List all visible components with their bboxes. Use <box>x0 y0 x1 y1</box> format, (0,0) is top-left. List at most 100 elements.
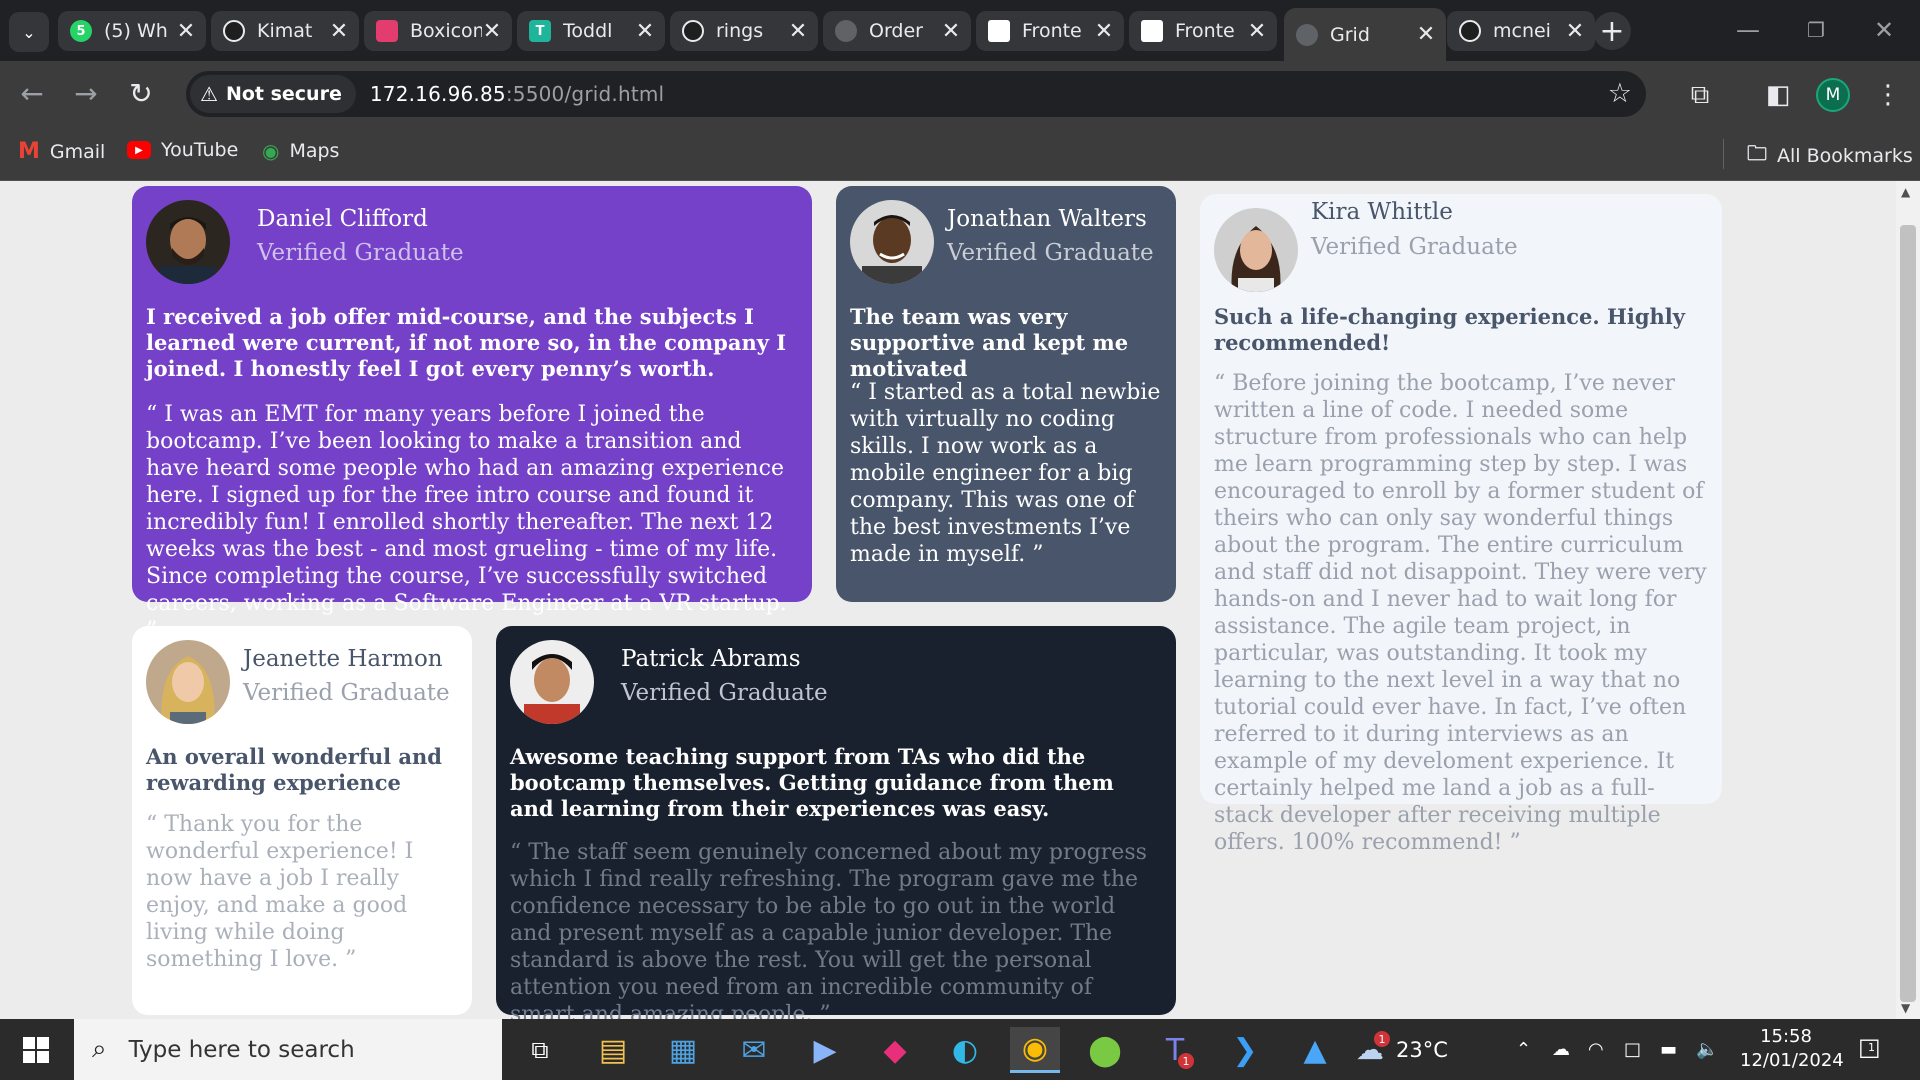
frontend-mentor-icon <box>988 20 1010 42</box>
testimonial-role: Verified Graduate <box>621 680 828 706</box>
bookmark-gmail[interactable]: M Gmail <box>18 139 105 164</box>
close-icon[interactable]: ✕ <box>1247 19 1267 44</box>
close-icon[interactable]: ✕ <box>482 19 502 44</box>
tab-title: mcnei <box>1493 20 1551 42</box>
reload-button[interactable]: ↻ <box>121 73 161 113</box>
minimize-button[interactable]: — <box>1718 8 1778 52</box>
tab-title: Grid <box>1330 23 1370 46</box>
frontend-mentor-icon <box>1141 20 1163 42</box>
bookmark-label: Maps <box>289 140 340 162</box>
onedrive-icon[interactable]: ☁ <box>1552 1019 1570 1080</box>
close-icon[interactable]: ✕ <box>1565 19 1585 44</box>
tab-whatsapp[interactable]: 5 (5) Wh ✕ <box>58 11 206 51</box>
testimonial-name: Jeanette Harmon <box>243 646 443 672</box>
tab-order[interactable]: Order ✕ <box>823 11 971 51</box>
notification-count: 1 <box>1868 1041 1875 1054</box>
testimonial-headline: Awesome teaching support from TAs who di… <box>510 744 1114 821</box>
bookmark-maps[interactable]: ◉ Maps <box>262 139 339 163</box>
testimonial-role: Verified Graduate <box>947 240 1154 266</box>
file-explorer-icon[interactable]: ▤ <box>588 1027 638 1073</box>
tab-frontend-2[interactable]: Fronte ✕ <box>1129 11 1277 51</box>
menu-kebab-icon[interactable]: ⋮ <box>1868 75 1908 115</box>
tab-frontend-1[interactable]: Fronte ✕ <box>976 11 1124 51</box>
forward-button[interactable]: → <box>66 73 106 113</box>
testimonial-quote: “ Thank you for the wonderful experience… <box>146 812 414 972</box>
testimonial-role: Verified Graduate <box>257 240 464 266</box>
tab-boxicons[interactable]: Boxicon ✕ <box>364 11 512 51</box>
teams-icon[interactable]: T 1 <box>1150 1027 1200 1073</box>
page-viewport: Daniel Clifford Verified Graduate I rece… <box>0 181 1896 1019</box>
bookmark-star-icon[interactable]: ☆ <box>1608 78 1632 109</box>
vscode-icon[interactable]: ❯ <box>1220 1027 1270 1073</box>
scroll-up-icon[interactable]: ▲ <box>1901 185 1910 199</box>
profile-initial: M <box>1825 85 1841 105</box>
site-info-button[interactable]: ⚠ Not secure <box>190 75 356 113</box>
tab-title: rings <box>716 20 764 42</box>
close-icon[interactable]: ✕ <box>1094 19 1114 44</box>
side-panel-icon[interactable]: ◧ <box>1758 75 1798 115</box>
bookmark-label: Gmail <box>49 140 106 163</box>
utorrent-icon[interactable]: ⬤ <box>1080 1027 1130 1073</box>
scrollbar-thumb[interactable] <box>1900 225 1916 1002</box>
folder-icon: 🗀 <box>1747 141 1767 165</box>
battery-icon[interactable]: ▬ <box>1660 1019 1677 1080</box>
close-icon[interactable]: ✕ <box>176 19 196 44</box>
close-icon[interactable]: ✕ <box>329 19 349 44</box>
scroll-down-icon[interactable]: ▼ <box>1901 1001 1910 1015</box>
back-button[interactable]: ← <box>12 73 52 113</box>
restore-button[interactable]: ❐ <box>1786 8 1846 52</box>
display-icon[interactable]: □ <box>1624 1019 1641 1080</box>
photos-icon[interactable]: ▲ <box>1290 1027 1340 1073</box>
tab-github[interactable]: mcnei ✕ <box>1447 11 1595 51</box>
wifi-icon[interactable]: ◠ <box>1588 1019 1604 1080</box>
edge-icon[interactable]: ◐ <box>940 1027 990 1073</box>
address-bar[interactable]: ⚠ Not secure 172.16.96.85:5500/grid.html… <box>186 71 1646 117</box>
close-icon[interactable]: ✕ <box>788 19 808 44</box>
close-icon[interactable]: ✕ <box>1416 22 1436 47</box>
notification-center-button[interactable]: □ 1 <box>1858 1033 1881 1061</box>
microsoft-store-icon[interactable]: ▦ <box>658 1027 708 1073</box>
new-tab-button[interactable]: + <box>1593 12 1631 50</box>
taskbar-clock[interactable]: 15:58 12/01/2024 <box>1740 1025 1844 1073</box>
restore-icon: ❐ <box>1807 18 1825 42</box>
avatar <box>146 200 230 284</box>
tab-kimat[interactable]: Kimat ✕ <box>211 11 359 51</box>
testimonial-name: Patrick Abrams <box>621 646 801 672</box>
arrow-right-icon: → <box>74 76 98 110</box>
page-scrollbar[interactable]: ▲ ▼ <box>1896 181 1920 1019</box>
testimonial-role: Verified Graduate <box>1311 234 1518 260</box>
tab-grid-active[interactable]: Grid ✕ <box>1284 8 1446 61</box>
volume-icon[interactable]: 🔈 <box>1696 1019 1718 1080</box>
boxicons-icon <box>376 20 398 42</box>
bookmark-youtube[interactable]: ▶ YouTube <box>127 139 238 161</box>
testimonial-headline: Such a life-changing experience. Highly … <box>1214 304 1685 355</box>
security-label: Not secure <box>225 83 342 105</box>
tab-title: (5) Wh <box>104 20 168 42</box>
close-icon[interactable]: ✕ <box>635 19 655 44</box>
tab-strip: ⌄ 5 (5) Wh ✕ Kimat ✕ Boxicon ✕ T Toddl ✕… <box>0 0 1920 61</box>
taskbar-search-box[interactable]: ⌕ Type here to search <box>74 1019 502 1080</box>
close-icon[interactable]: ✕ <box>941 19 961 44</box>
chrome-icon[interactable]: ◉ <box>1010 1027 1060 1073</box>
close-window-button[interactable]: ✕ <box>1854 8 1914 52</box>
tab-search-button[interactable]: ⌄ <box>9 12 49 52</box>
mail-icon[interactable]: ✉ <box>729 1027 779 1073</box>
testimonial-quote: “ Before joining the bootcamp, I’ve neve… <box>1214 371 1707 855</box>
testimonial-headline: The team was very supportive and kept me… <box>850 304 1129 381</box>
url-text[interactable]: 172.16.96.85:5500/grid.html <box>370 82 664 106</box>
arrow-left-icon: ← <box>20 76 44 110</box>
media-player-icon[interactable]: ▶ <box>800 1027 850 1073</box>
task-view-icon[interactable]: ⧉ <box>515 1027 565 1073</box>
tab-title: Boxicon <box>410 20 482 42</box>
weather-badge: 1 <box>1374 1031 1390 1047</box>
extensions-icon[interactable]: ⧉ <box>1680 75 1720 115</box>
profile-avatar[interactable]: M <box>1816 78 1850 112</box>
all-bookmarks-button[interactable]: 🗀 All Bookmarks <box>1747 139 1913 173</box>
chevron-up-icon[interactable]: ⌃ <box>1516 1019 1531 1080</box>
tab-rings[interactable]: rings ✕ <box>670 11 818 51</box>
testimonial-quote: “ The staff seem genuinely concerned abo… <box>510 840 1147 1019</box>
tab-toddle[interactable]: T Toddl ✕ <box>517 11 665 51</box>
start-button[interactable] <box>0 1019 72 1080</box>
weather-widget[interactable]: ☁ 1 23°C <box>1356 1019 1448 1080</box>
wps-office-icon[interactable]: ◆ <box>870 1027 920 1073</box>
